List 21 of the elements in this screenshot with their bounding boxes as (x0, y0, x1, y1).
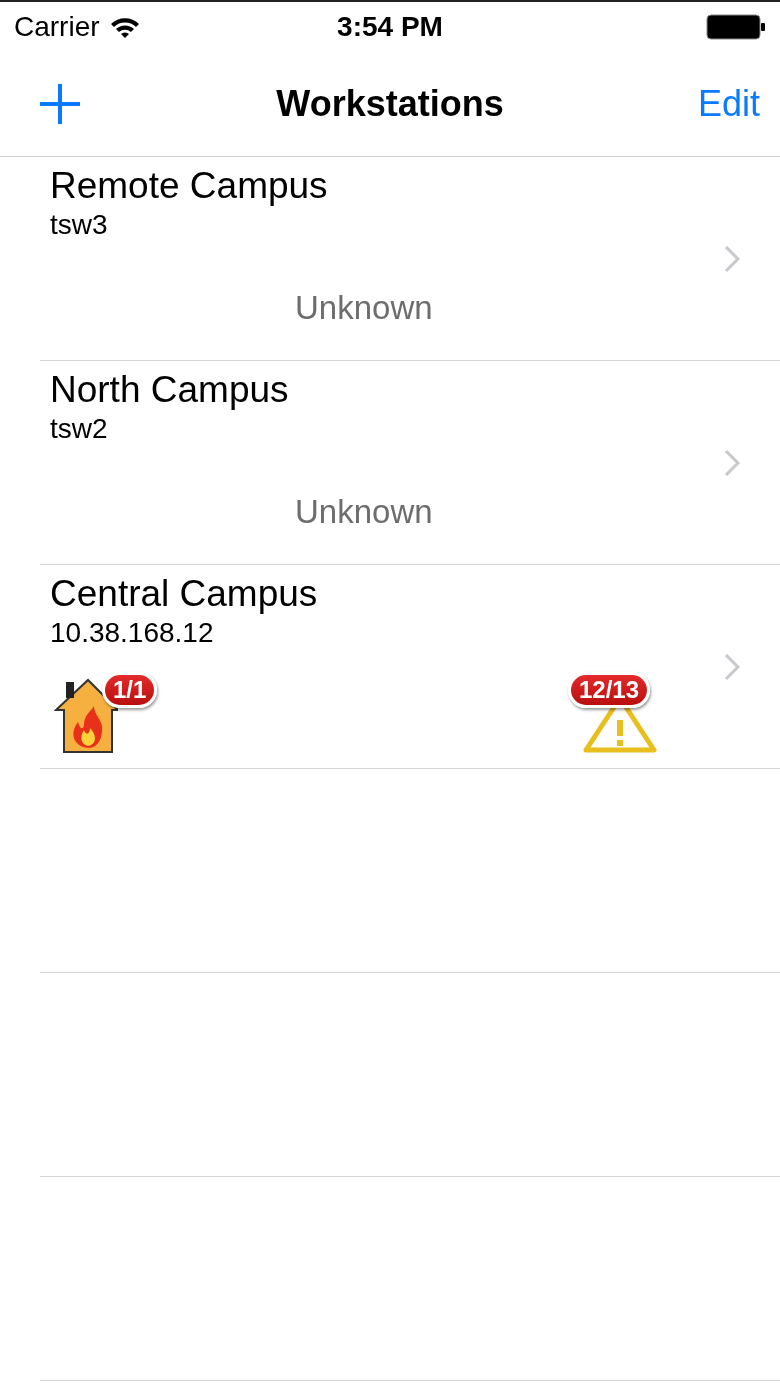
workstation-host: tsw2 (50, 413, 108, 445)
workstation-name: Central Campus (50, 573, 318, 615)
wifi-icon (109, 16, 140, 38)
status-label: Unknown (295, 492, 433, 531)
edit-button[interactable]: Edit (697, 83, 760, 125)
carrier-label: Carrier (14, 11, 100, 43)
status-label: Unknown (295, 288, 433, 327)
workstation-row[interactable]: Central Campus 10.38.168.12 1/1 12/13 (40, 565, 780, 769)
screen-title: Workstations (276, 83, 504, 125)
clock-time: 3:54 PM (337, 11, 443, 43)
workstation-host: 10.38.168.12 (50, 617, 214, 649)
workstation-row[interactable]: Remote Campus tsw3 Unknown (40, 157, 780, 361)
workstation-host: tsw3 (50, 209, 108, 241)
workstation-row[interactable]: North Campus tsw2 Unknown (40, 361, 780, 565)
chevron-icon (724, 449, 740, 477)
chevron-icon (724, 653, 740, 681)
add-icon[interactable] (38, 82, 82, 126)
workstation-name: Remote Campus (50, 165, 328, 207)
battery-icon (706, 14, 766, 40)
workstation-name: North Campus (50, 369, 289, 411)
chevron-icon (724, 245, 740, 273)
